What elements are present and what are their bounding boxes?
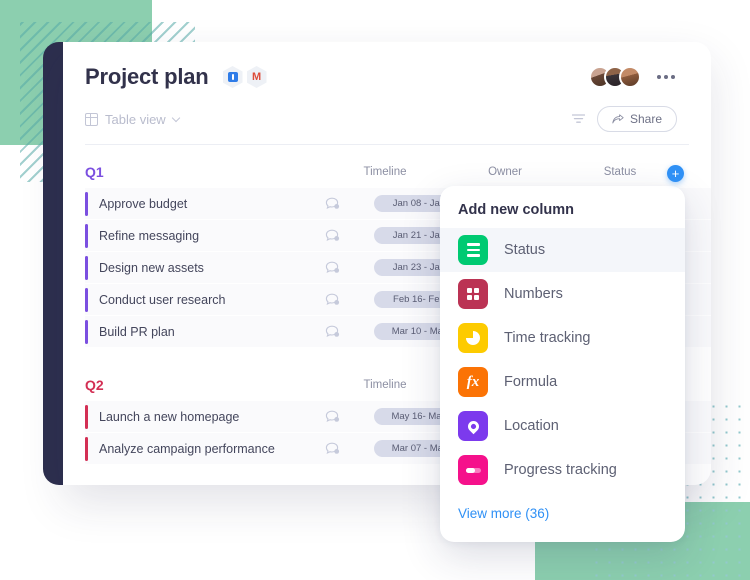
header-actions (589, 66, 677, 88)
avatar[interactable] (619, 66, 641, 88)
filter-icon[interactable] (571, 114, 585, 124)
column-option-label: Time tracking (504, 330, 591, 346)
column-option-label: Progress tracking (504, 462, 617, 478)
table-icon (85, 112, 98, 126)
share-label: Share (629, 112, 662, 126)
row-color-bar (85, 255, 88, 280)
column-header-status[interactable]: Status (565, 166, 675, 178)
row-color-bar (85, 287, 88, 312)
view-toolbar: Table view Share (63, 90, 711, 132)
row-color-bar (85, 191, 88, 216)
row-color-bar (85, 404, 88, 429)
column-option-label: Location (504, 418, 559, 434)
column-option-numbers[interactable]: Numbers (440, 272, 685, 316)
comment-icon[interactable] (325, 293, 340, 307)
column-header-timeline[interactable]: Timeline (325, 166, 445, 178)
row-color-bar (85, 319, 88, 344)
time-tracking-icon (458, 323, 488, 353)
group-title-q1[interactable]: Q1 (85, 164, 325, 180)
location-icon (458, 411, 488, 441)
task-name: Launch a new homepage (99, 409, 240, 424)
card-header: Project plan M (63, 42, 711, 90)
gmail-badge-icon[interactable]: M (246, 66, 267, 88)
progress-tracking-icon (458, 455, 488, 485)
app-badge-icon[interactable] (222, 66, 243, 88)
add-column-button[interactable]: + (667, 165, 684, 182)
share-icon (612, 114, 624, 124)
group-header-q1: Q1 Timeline Owner Status (85, 156, 711, 188)
view-more-link[interactable]: View more (36) (440, 492, 685, 521)
task-name: Design new assets (99, 260, 204, 275)
integration-badges: M (222, 66, 267, 88)
status-icon (458, 235, 488, 265)
panel-title: Add new column (458, 202, 574, 218)
comment-icon[interactable] (325, 442, 340, 456)
formula-icon: fx (458, 367, 488, 397)
column-header-timeline-q2[interactable]: Timeline (325, 379, 445, 391)
task-name: Conduct user research (99, 292, 226, 307)
page-title: Project plan (85, 64, 209, 89)
toolbar-right: Share (571, 106, 677, 132)
group-title-q2[interactable]: Q2 (85, 377, 325, 393)
column-option-progress-tracking[interactable]: Progress tracking (440, 448, 685, 492)
more-options-icon[interactable] (655, 69, 677, 85)
header-divider (85, 144, 689, 145)
column-option-label: Numbers (504, 286, 563, 302)
comment-icon[interactable] (325, 261, 340, 275)
task-name: Approve budget (99, 196, 188, 211)
chevron-down-icon (171, 113, 180, 122)
column-option-location[interactable]: Location (440, 404, 685, 448)
task-name: Refine messaging (99, 228, 200, 243)
column-option-label: Formula (504, 374, 558, 390)
row-color-bar (85, 223, 88, 248)
member-avatars (589, 66, 641, 88)
comment-icon[interactable] (325, 197, 340, 211)
numbers-icon (458, 279, 488, 309)
column-header-owner[interactable]: Owner (445, 166, 565, 178)
table-view-label: Table view (105, 111, 166, 127)
column-option-formula[interactable]: fx Formula (440, 360, 685, 404)
table-view-selector[interactable]: Table view (85, 111, 180, 127)
column-option-status[interactable]: Status (440, 228, 685, 272)
task-name: Build PR plan (99, 324, 175, 339)
column-option-label: Status (504, 242, 546, 258)
add-new-column-panel: Add new column Status Numbers Time track… (440, 186, 685, 542)
row-color-bar (85, 436, 88, 461)
column-option-time-tracking[interactable]: Time tracking (440, 316, 685, 360)
comment-icon[interactable] (325, 229, 340, 243)
comment-icon[interactable] (325, 410, 340, 424)
task-name: Analyze campaign performance (99, 441, 275, 456)
share-button[interactable]: Share (596, 106, 677, 132)
comment-icon[interactable] (325, 325, 340, 339)
